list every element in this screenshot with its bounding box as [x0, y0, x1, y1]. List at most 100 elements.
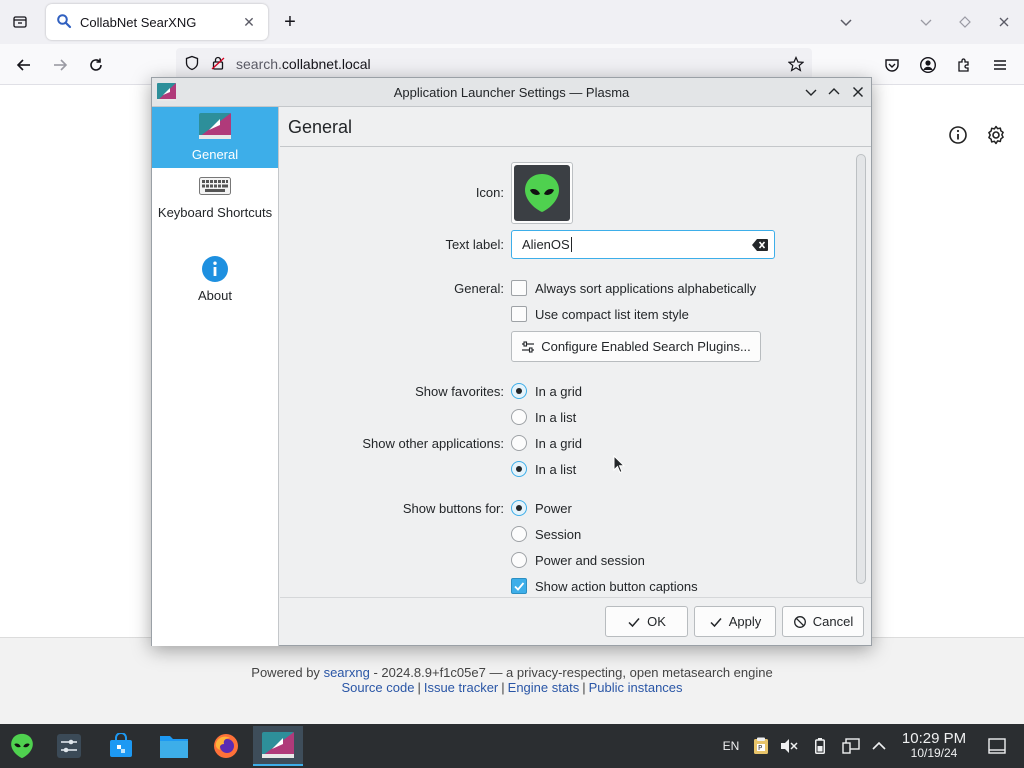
- radio-dot: [511, 526, 527, 542]
- network-icon[interactable]: [840, 736, 862, 756]
- sidebar-item-about[interactable]: About: [152, 255, 278, 307]
- checkbox-box: [511, 280, 527, 296]
- page-title: General: [288, 117, 353, 137]
- text-caret: [570, 237, 572, 252]
- clear-text-icon[interactable]: [751, 237, 769, 253]
- discover-store-icon[interactable]: [100, 726, 142, 766]
- cancel-button[interactable]: Cancel: [782, 606, 864, 637]
- file-manager-icon[interactable]: [153, 726, 195, 766]
- form-scrollbar[interactable]: [856, 154, 866, 584]
- favorites-list-radio[interactable]: In a list: [511, 409, 576, 425]
- other-apps-list-radio[interactable]: In a list: [511, 461, 576, 477]
- show-desktop-icon[interactable]: [986, 736, 1008, 756]
- lock-icon[interactable]: [210, 55, 226, 74]
- sidebar-item-keyboard-shortcuts[interactable]: Keyboard Shortcuts: [152, 177, 278, 247]
- address-bar[interactable]: search.collabnet.local: [176, 48, 812, 80]
- cancel-label: Cancel: [812, 614, 854, 629]
- text-label-input[interactable]: AlienOS: [511, 230, 775, 259]
- account-icon[interactable]: [914, 51, 942, 79]
- browser-tab[interactable]: CollabNet SearXNG ✕: [46, 4, 268, 40]
- shield-icon[interactable]: [184, 55, 200, 74]
- kickoff-icon: [198, 112, 232, 140]
- back-arrow-icon[interactable]: [10, 51, 38, 79]
- maximize-window-icon[interactable]: [953, 10, 977, 34]
- dialog-titlebar[interactable]: Application Launcher Settings — Plasma: [152, 78, 871, 107]
- extensions-icon[interactable]: [950, 51, 978, 79]
- chevron-up-icon[interactable]: [868, 736, 890, 756]
- battery-icon[interactable]: [810, 736, 830, 756]
- favorites-grid-radio[interactable]: In a grid: [511, 383, 582, 399]
- sidebar-item-label: Keyboard Shortcuts: [157, 205, 273, 220]
- close-tab-icon[interactable]: ✕: [240, 13, 258, 31]
- chevron-down-icon[interactable]: [834, 10, 858, 34]
- text-label-value: AlienOS: [522, 237, 570, 252]
- footer-separator: |: [417, 680, 421, 695]
- show-captions-checkbox[interactable]: Show action button captions: [511, 578, 698, 594]
- public-instances-link[interactable]: Public instances: [589, 680, 683, 695]
- buttons-session-radio[interactable]: Session: [511, 526, 581, 542]
- show-captions-label: Show action button captions: [535, 578, 698, 594]
- compact-list-checkbox[interactable]: Use compact list item style: [511, 306, 689, 322]
- apply-button[interactable]: Apply: [694, 606, 776, 637]
- close-icon[interactable]: [849, 83, 867, 101]
- checkbox-box: [511, 306, 527, 322]
- browser-tab-bar: CollabNet SearXNG ✕ +: [0, 0, 1024, 44]
- menu-icon[interactable]: [986, 51, 1014, 79]
- gear-icon[interactable]: [984, 123, 1008, 147]
- keyboard-icon: [199, 177, 231, 195]
- footer-line-1: Powered by searxng - 2024.8.9+f1c05e7 — …: [0, 665, 1024, 680]
- digital-clock[interactable]: 10:29 PM 10/19/24: [896, 730, 972, 760]
- pocket-icon[interactable]: [878, 51, 906, 79]
- minimize-icon[interactable]: [802, 83, 820, 101]
- keyboard-layout-indicator[interactable]: EN: [720, 736, 742, 756]
- checkmark-icon: [710, 617, 722, 627]
- application-launcher-alien-icon[interactable]: [1, 726, 43, 766]
- search-icon: [56, 13, 72, 32]
- clock-date: 10/19/24: [910, 746, 958, 760]
- sidebar-item-label: About: [198, 288, 232, 303]
- show-favorites-label: Show favorites:: [415, 384, 504, 399]
- searxng-link[interactable]: searxng: [324, 665, 370, 680]
- icon-picker-button[interactable]: [511, 162, 573, 224]
- radio-dot: [511, 435, 527, 451]
- clipboard-icon[interactable]: P: [750, 736, 772, 756]
- other-apps-grid-radio[interactable]: In a grid: [511, 435, 582, 451]
- system-settings-icon[interactable]: [48, 726, 90, 766]
- page-header: General: [280, 107, 871, 147]
- minimize-window-icon[interactable]: [914, 10, 938, 34]
- close-window-icon[interactable]: [992, 10, 1016, 34]
- footer-line-2: Source code | Issue tracker | Engine stats | P…: [0, 680, 1024, 695]
- buttons-power-radio[interactable]: Power: [511, 500, 572, 516]
- footer-powered-by: Powered by: [251, 665, 320, 680]
- maximize-icon[interactable]: [825, 83, 843, 101]
- clock-time: 10:29 PM: [901, 730, 967, 747]
- icon-label: Icon:: [475, 185, 504, 200]
- star-bookmark-icon[interactable]: [787, 56, 805, 75]
- svg-text:P: P: [758, 744, 762, 752]
- sidebar-item-label: General: [191, 147, 239, 162]
- engine-stats-link[interactable]: Engine stats: [508, 680, 580, 695]
- radio-label: In a grid: [535, 435, 582, 451]
- issue-tracker-link[interactable]: Issue tracker: [424, 680, 498, 695]
- new-tab-button[interactable]: +: [278, 10, 302, 34]
- general-options-label: General:: [454, 281, 504, 296]
- forward-arrow-icon[interactable]: [46, 51, 74, 79]
- configure-search-plugins-button[interactable]: Configure Enabled Search Plugins...: [511, 331, 761, 362]
- list-all-tabs-icon[interactable]: [8, 10, 32, 34]
- firefox-icon[interactable]: [205, 726, 247, 766]
- sort-alphabetically-checkbox[interactable]: Always sort applications alphabetically: [511, 280, 756, 296]
- buttons-power-session-radio[interactable]: Power and session: [511, 552, 645, 568]
- dialog-sidebar: General Keyboard Shortcuts About: [152, 107, 279, 646]
- footer-separator: |: [582, 680, 586, 695]
- launcher-settings-task[interactable]: [253, 726, 303, 766]
- info-icon[interactable]: [946, 123, 970, 147]
- ok-button[interactable]: OK: [605, 606, 688, 637]
- dialog-title: Application Launcher Settings — Plasma: [393, 85, 630, 100]
- compact-list-label: Use compact list item style: [535, 306, 689, 322]
- info-icon: [201, 255, 229, 283]
- sidebar-item-general[interactable]: General: [152, 107, 278, 168]
- reload-icon[interactable]: [82, 51, 110, 79]
- tab-title: CollabNet SearXNG: [80, 14, 197, 30]
- source-code-link[interactable]: Source code: [341, 680, 414, 695]
- volume-muted-icon[interactable]: [778, 736, 800, 756]
